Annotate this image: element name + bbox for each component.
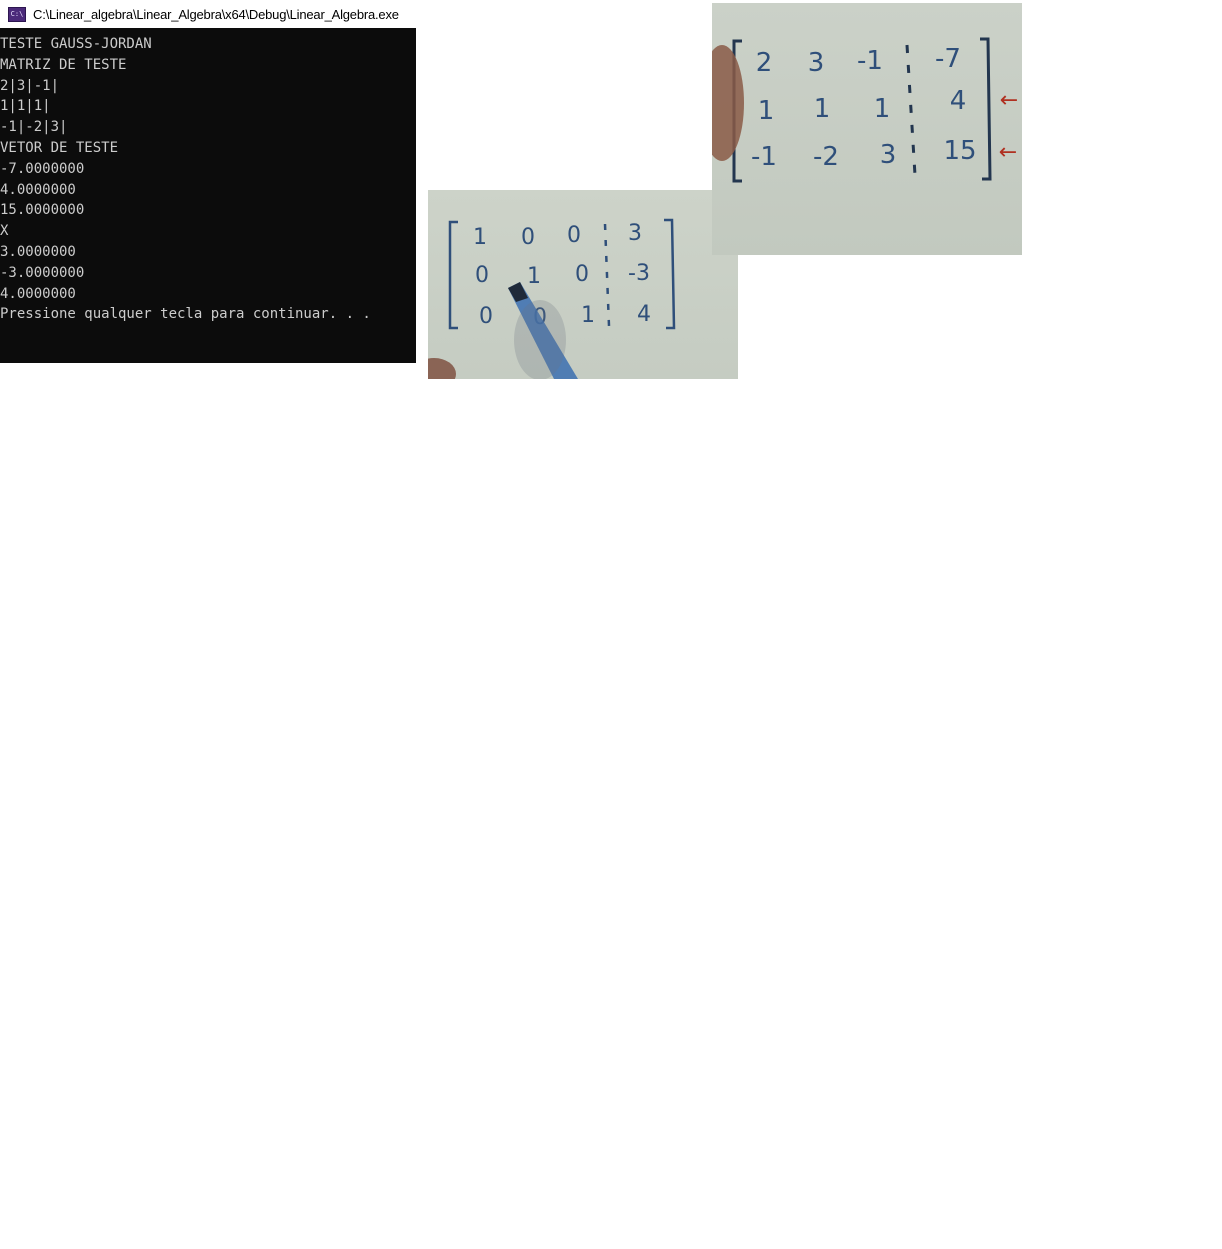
matrix-cell: -1 <box>857 46 883 76</box>
matrix-cell: 3 <box>808 48 825 78</box>
matrix-cell: 1 <box>527 264 541 289</box>
augment-divider <box>603 223 611 327</box>
matrix-cell: 0 <box>567 223 581 248</box>
row-arrow-icon: ← <box>999 140 1017 165</box>
console-line: 4.0000000 <box>0 285 76 302</box>
matrix-right-bracket <box>664 218 676 330</box>
console-title: C:\Linear_algebra\Linear_Algebra\x64\Deb… <box>33 6 399 22</box>
matrix-cell: 4 <box>950 86 967 116</box>
matrix-cell: -1 <box>751 142 777 172</box>
console-line: 4.0000000 <box>0 181 76 198</box>
console-window: C:\ C:\Linear_algebra\Linear_Algebra\x64… <box>0 0 416 363</box>
console-line: 2|3|-1| <box>0 77 60 94</box>
matrix-cell: -3 <box>628 261 650 286</box>
console-line: VETOR DE TESTE <box>0 139 119 156</box>
console-output: TESTE GAUSS-JORDAN MATRIZ DE TESTE 2|3|-… <box>0 28 416 325</box>
console-line: X <box>0 223 9 240</box>
finger-shadow <box>428 358 456 379</box>
console-line: MATRIZ DE TESTE <box>0 56 127 73</box>
console-line: -7.0000000 <box>0 160 85 177</box>
original-matrix-drawing: 2 3 -1 -7 1 1 1 4 -1 -2 3 15 ← ← <box>712 37 1018 183</box>
matrix-cell: 1 <box>874 94 891 124</box>
matrix-cell: 1 <box>473 225 487 250</box>
console-app-icon: C:\ <box>8 6 26 22</box>
matrix-cell: 0 <box>479 304 493 329</box>
console-line: Pressione qualquer tecla para continuar.… <box>0 306 371 323</box>
pen-illustration <box>508 282 578 379</box>
matrix-cell: -7 <box>935 44 961 74</box>
matrix-cell: 3 <box>880 140 897 170</box>
augment-divider <box>905 44 917 176</box>
matrix-cell: 4 <box>637 302 651 327</box>
rref-matrix-drawing: 1 0 0 3 0 1 0 -3 0 0 1 4 <box>428 218 676 379</box>
console-line: 3.0000000 <box>0 243 76 260</box>
console-line: 1|1|1| <box>0 98 51 115</box>
matrix-left-bracket <box>448 220 458 330</box>
finger-illustration <box>712 45 744 161</box>
matrix-cell: 0 <box>575 262 589 287</box>
console-titlebar[interactable]: C:\ C:\Linear_algebra\Linear_Algebra\x64… <box>0 0 416 28</box>
matrix-cell: 15 <box>943 136 976 166</box>
photo-rref-matrix: 1 0 0 3 0 1 0 -3 0 0 1 4 <box>428 190 738 379</box>
matrix-cell: 1 <box>758 96 775 126</box>
matrix-cell: 1 <box>581 303 595 328</box>
row-arrow-icon: ← <box>1000 88 1018 113</box>
matrix-cell: 3 <box>628 221 642 246</box>
photo-original-matrix: 2 3 -1 -7 1 1 1 4 -1 -2 3 15 ← ← <box>712 3 1022 255</box>
matrix-right-bracket <box>980 37 992 181</box>
console-line: -1|-2|3| <box>0 119 68 136</box>
console-line: TESTE GAUSS-JORDAN <box>0 36 152 52</box>
matrix-cell: 0 <box>521 225 535 250</box>
console-line: -3.0000000 <box>0 264 85 281</box>
matrix-cell: 1 <box>814 94 831 124</box>
matrix-cell: 2 <box>756 48 773 78</box>
matrix-cell: 0 <box>475 263 489 288</box>
console-line: 15.0000000 <box>0 202 85 219</box>
matrix-cell: -2 <box>813 142 839 172</box>
